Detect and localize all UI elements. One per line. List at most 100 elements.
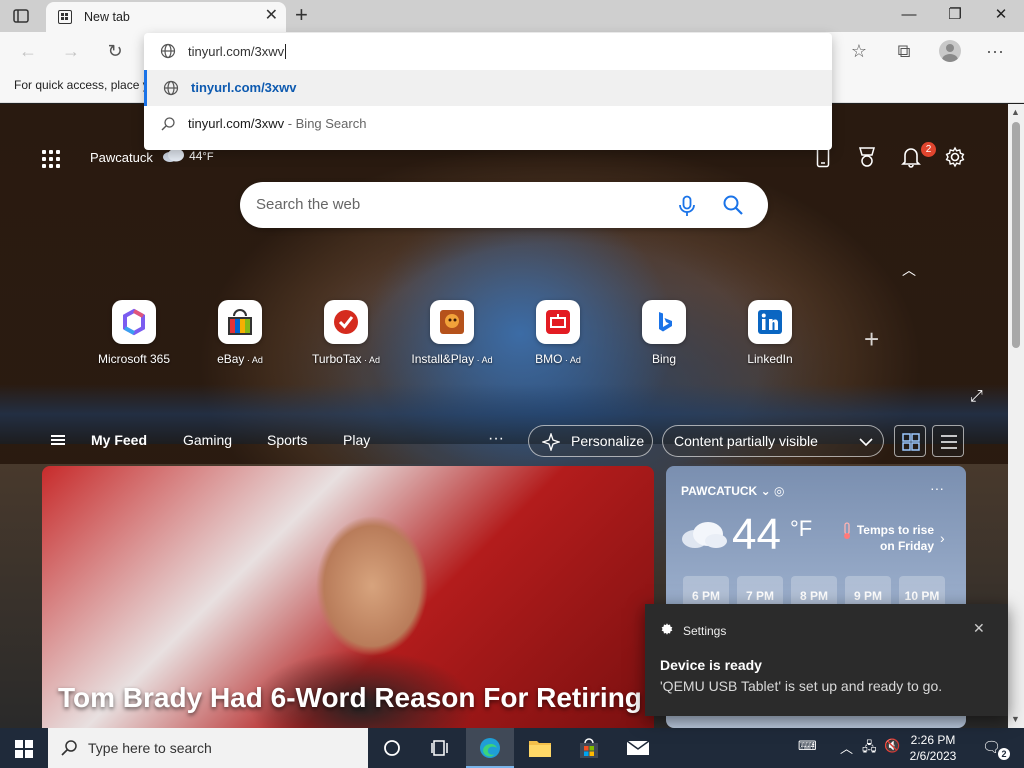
toast-body: 'QEMU USB Tablet' is set up and ready to… — [660, 678, 943, 694]
suggestion-bing-search[interactable]: tinyurl.com/3xwv - Bing Search — [144, 106, 832, 142]
tab-new-tab[interactable]: New tab ✕ — [46, 2, 286, 32]
windows-start-icon[interactable] — [15, 740, 33, 758]
suggestion-url[interactable]: tinyurl.com/3xwv — [144, 70, 832, 106]
minimize-button[interactable]: — — [886, 4, 932, 28]
bmo-icon — [536, 300, 580, 344]
quick-link-linkedin[interactable]: LinkedIn — [717, 300, 823, 366]
bing-icon — [642, 300, 686, 344]
collections-icon[interactable]: ⧉ — [893, 40, 915, 62]
tab-title: New tab — [84, 10, 130, 24]
action-center-badge: 2 — [998, 748, 1010, 760]
tile-label: TurboTax — [311, 352, 362, 366]
settings-more-icon[interactable]: ··· — [984, 40, 1006, 62]
clock-time: 2:26 PM — [910, 733, 956, 747]
personalize-label: Personalize — [571, 433, 645, 449]
feed-navigation: My Feed Gaming Sports Play ··· Personali… — [0, 422, 1008, 462]
scroll-down-icon[interactable]: ▼ — [1011, 714, 1020, 724]
hero-article-card[interactable]: Tom Brady Had 6-Word Reason For Retiring — [42, 466, 654, 728]
page-scrollbar[interactable]: ▲ ▼ — [1008, 104, 1024, 728]
quick-link-installplay[interactable]: Install&Play · Ad — [399, 300, 505, 366]
weather-mini-unit: °F — [202, 151, 214, 163]
toast-close-icon[interactable]: ✕ — [973, 620, 985, 637]
toast-title: Device is ready — [660, 657, 762, 673]
personalize-button[interactable]: Personalize — [528, 425, 653, 457]
file-explorer-icon[interactable] — [516, 728, 564, 768]
device-ready-toast[interactable]: Settings ✕ Device is ready 'QEMU USB Tab… — [645, 604, 1008, 716]
globe-icon — [163, 80, 179, 96]
content-visibility-dropdown[interactable]: Content partially visible — [662, 425, 884, 457]
edge-taskbar-icon[interactable] — [466, 728, 514, 768]
tab-my-feed[interactable]: My Feed — [91, 432, 147, 448]
hero-headline[interactable]: Tom Brady Had 6-Word Reason For Retiring — [58, 682, 642, 714]
tile-ad-label: · Ad — [474, 355, 493, 365]
address-bar-dropdown: tinyurl.com/3xwv tinyurl.com/3xwv tinyur… — [144, 33, 832, 150]
tab-gaming[interactable]: Gaming — [183, 432, 232, 448]
tab-play[interactable]: Play — [343, 432, 370, 448]
cortana-icon[interactable] — [368, 728, 416, 768]
favorites-star-icon[interactable]: ☆ — [848, 40, 870, 62]
apps-launcher-icon[interactable] — [42, 150, 62, 170]
tab-close-icon[interactable]: ✕ — [265, 8, 278, 24]
search-icon — [61, 740, 77, 756]
settings-gear-icon — [661, 623, 673, 635]
tile-ad-label: · Ad — [361, 355, 381, 365]
show-hidden-icons-icon[interactable]: ︿ — [840, 738, 853, 757]
tile-ad-label: · Ad — [562, 355, 581, 365]
grid-icon — [902, 433, 920, 451]
quick-link-bmo[interactable]: BMO · Ad — [505, 300, 611, 366]
window-close-button[interactable]: ✕ — [978, 4, 1024, 28]
weather-unit: °F — [790, 516, 813, 541]
microsoft365-icon — [112, 300, 156, 344]
grid-view-button[interactable] — [894, 425, 926, 457]
list-view-button[interactable] — [932, 425, 964, 457]
scrollbar-thumb[interactable] — [1012, 122, 1020, 348]
tab-sports[interactable]: Sports — [267, 432, 307, 448]
web-search-box[interactable]: Search the web — [240, 182, 768, 228]
suggestion-label: tinyurl.com/3xwv — [191, 80, 297, 95]
cloud-icon — [163, 148, 184, 162]
content-visibility-label: Content partially visible — [674, 433, 818, 449]
store-icon[interactable] — [565, 728, 613, 768]
chevron-down-icon: ⌄ — [760, 484, 771, 498]
chevron-right-icon[interactable]: › — [940, 530, 945, 546]
quick-link-microsoft365[interactable]: Microsoft 365 — [81, 300, 187, 366]
feed-menu-icon[interactable] — [51, 435, 65, 445]
weather-location[interactable]: Pawcatuck — [90, 150, 153, 165]
text-caret — [285, 44, 287, 59]
expand-icon[interactable]: ⤢ — [970, 388, 983, 406]
microphone-icon[interactable] — [678, 195, 696, 217]
new-tab-button[interactable]: + — [295, 4, 308, 26]
collapse-chevron-icon[interactable]: ︿ — [902, 260, 916, 280]
list-icon — [941, 435, 957, 449]
suggestion-sublabel: - Bing Search — [284, 116, 367, 131]
task-view-icon[interactable] — [416, 728, 464, 768]
taskbar: Type here to search ⌨ ︿ 🖧 🔇 2:26 PM 2/6/… — [0, 728, 1024, 768]
back-icon[interactable]: ← — [17, 40, 39, 62]
maximize-button[interactable]: ❐ — [932, 4, 978, 28]
quick-link-turbotax[interactable]: TurboTax · Ad — [293, 300, 399, 366]
mail-icon[interactable] — [614, 728, 662, 768]
weather-place[interactable]: PAWCATUCK ⌄ ◎ — [681, 484, 784, 498]
quick-link-bing[interactable]: Bing — [611, 300, 717, 366]
weather-mini[interactable]: 44°F — [162, 148, 214, 163]
volume-muted-icon[interactable]: 🔇 — [884, 738, 900, 754]
search-icon[interactable] — [722, 194, 744, 216]
add-quick-link-icon[interactable]: + — [864, 324, 879, 355]
title-bar: New tab ✕ + — ❐ ✕ — [0, 0, 1024, 32]
scroll-up-icon[interactable]: ▲ — [1011, 107, 1020, 117]
page-settings-gear-icon[interactable] — [942, 146, 968, 172]
quick-link-ebay[interactable]: eBay · Ad — [187, 300, 293, 366]
rewards-icon[interactable] — [854, 146, 880, 172]
profile-avatar[interactable] — [939, 40, 961, 62]
tab-actions-icon[interactable] — [12, 7, 30, 25]
taskbar-search-box[interactable]: Type here to search — [48, 728, 368, 768]
network-icon[interactable]: 🖧 — [862, 738, 877, 760]
taskbar-clock[interactable]: 2:26 PM 2/6/2023 — [906, 732, 960, 764]
touch-keyboard-icon[interactable]: ⌨ — [798, 738, 817, 754]
address-bar[interactable]: tinyurl.com/3xwv — [144, 33, 832, 69]
refresh-icon[interactable]: ↻ — [104, 40, 126, 62]
weather-more-icon[interactable]: ··· — [930, 480, 944, 496]
forward-icon[interactable]: → — [60, 40, 82, 62]
feed-more-icon[interactable]: ··· — [488, 430, 504, 448]
address-input[interactable]: tinyurl.com/3xwv — [188, 44, 284, 59]
